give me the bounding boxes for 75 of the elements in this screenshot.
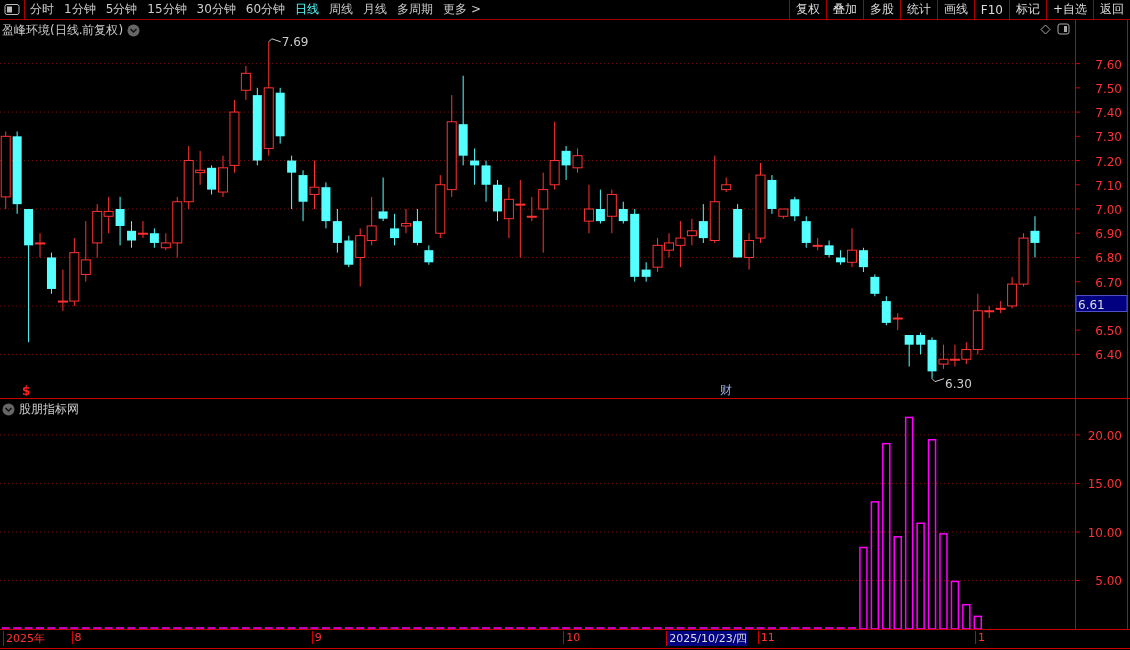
candlestick [870, 273, 880, 297]
candlestick [733, 203, 743, 258]
candlestick [80, 220, 91, 283]
price-axis-label: 6.40 [1095, 348, 1122, 363]
candlestick [366, 196, 377, 246]
candlestick [949, 344, 960, 367]
date-axis-label: 2025年 [3, 631, 45, 646]
price-axis-label: 7.20 [1095, 154, 1122, 169]
price-axis-label: 7.60 [1095, 57, 1122, 72]
bar [950, 580, 960, 629]
candlestick [332, 208, 342, 254]
indicator-axis-label: 10.00 [1087, 525, 1122, 540]
price-axis-label: 6.90 [1095, 227, 1122, 242]
period-tab[interactable]: 30分钟 [191, 1, 241, 18]
date-axis-label: 9 [311, 631, 322, 644]
candlestick [595, 189, 605, 225]
indicator-axis-label: 20.00 [1087, 428, 1122, 443]
indicator-axis-label: 15.00 [1087, 477, 1122, 492]
chevron-down-icon[interactable] [2, 403, 15, 416]
candlestick [321, 181, 331, 229]
period-tab[interactable]: 多周期 [392, 1, 439, 18]
date-axis-label: 2025/10/23/四 [666, 631, 748, 646]
diamond-icon[interactable] [1040, 23, 1051, 35]
price-axis-label: 6.50 [1095, 324, 1122, 339]
candlestick [481, 160, 491, 203]
period-tab[interactable]: 分时 [25, 1, 59, 18]
current-price-label: 6.61 [1075, 295, 1128, 312]
candlestick [572, 147, 583, 174]
indicator-title: 股朋指标网 [19, 401, 79, 418]
date-axis-label: 8 [71, 631, 82, 644]
candlestick [207, 164, 217, 195]
period-tab[interactable]: 60分钟 [240, 1, 291, 18]
chevron-down-icon[interactable] [127, 24, 141, 37]
period-tab[interactable]: 更多 > [438, 1, 486, 18]
price-axis-label: 7.00 [1095, 203, 1122, 217]
event-marker[interactable]: 财 [720, 383, 732, 397]
high-price-label: 7.69 [281, 34, 309, 49]
date-axis-label: 1 [975, 631, 986, 644]
candlestick [378, 177, 388, 222]
period-tab[interactable]: 15分钟 [142, 1, 192, 18]
candlestick [1030, 215, 1040, 258]
low-price-label: 6.30 [945, 376, 972, 391]
candlestick [115, 196, 125, 246]
price-axis-label: 7.30 [1095, 130, 1122, 145]
candlestick [583, 184, 594, 234]
leader-line [268, 38, 282, 43]
candlestick [309, 160, 320, 210]
bar [962, 604, 971, 629]
price-axis-label: 6.70 [1095, 275, 1122, 290]
period-tab[interactable]: 5分钟 [100, 1, 143, 18]
panel-toggle-icon[interactable] [1057, 23, 1070, 35]
leader-line [931, 378, 945, 383]
candlestick [824, 240, 834, 258]
candlestick [298, 169, 308, 222]
candlestick [492, 179, 502, 222]
period-tab[interactable]: 1分钟 [59, 1, 101, 18]
candlestick [470, 147, 480, 186]
bar [973, 615, 983, 629]
price-axis-label: 7.10 [1095, 178, 1122, 193]
price-axis-label: 7.50 [1095, 81, 1122, 96]
price-axis-label: 6.80 [1095, 251, 1122, 266]
candlestick [149, 227, 159, 249]
period-tab[interactable]: 日线 [290, 1, 325, 18]
date-axis-label: 11 [757, 631, 775, 644]
candlestick [424, 244, 434, 266]
candlestick [904, 334, 914, 367]
candlestick [287, 155, 297, 210]
candlestick [390, 213, 400, 246]
price-axis-label: 7.40 [1095, 106, 1122, 121]
date-axis-label: 10 [563, 631, 581, 644]
dividend-marker[interactable]: $ [22, 384, 31, 398]
chart-title: 盈峰环境(日线.前复权) [2, 22, 124, 39]
period-tab[interactable]: 周线 [324, 1, 359, 18]
indicator-axis-label: 5.00 [1095, 574, 1122, 589]
period-tab[interactable]: 月线 [358, 1, 393, 18]
